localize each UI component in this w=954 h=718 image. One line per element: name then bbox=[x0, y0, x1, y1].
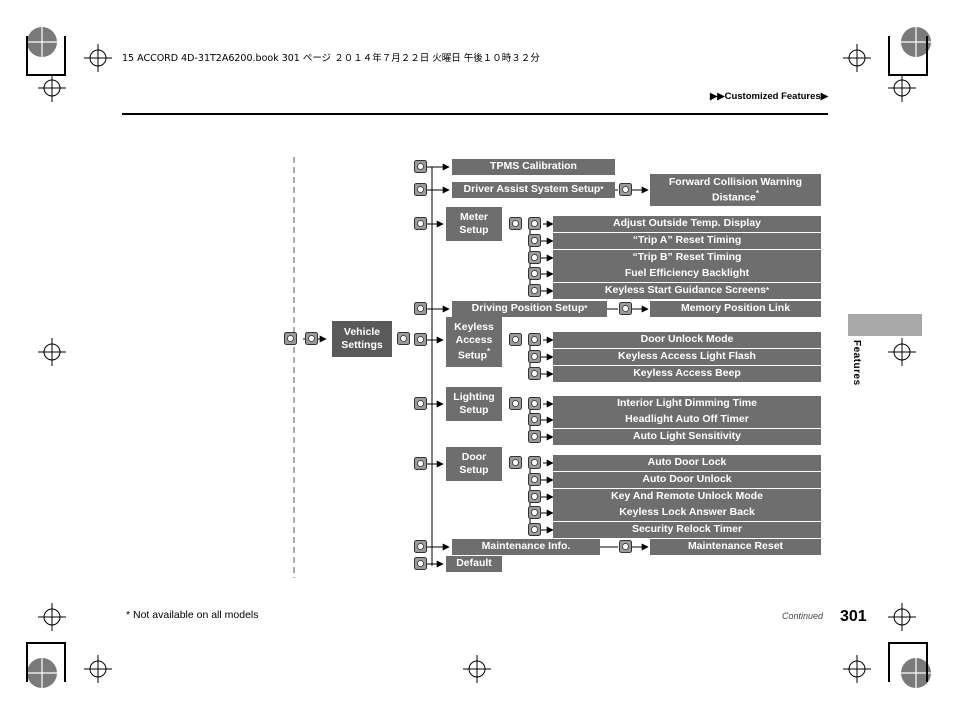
node-maintenance-reset[interactable]: Maintenance Reset bbox=[650, 539, 821, 555]
node-vehicle-settings-line2: Settings bbox=[341, 339, 383, 351]
footnote-text: * Not available on all models bbox=[126, 609, 259, 621]
selector-knob-icon bbox=[528, 251, 541, 264]
node-vehicle-settings-line1: Vehicle bbox=[343, 325, 381, 338]
node-door-unlock-mode[interactable]: Door Unlock Mode bbox=[553, 332, 821, 348]
node-fuel-efficiency-backlight[interactable]: Fuel Efficiency Backlight bbox=[553, 266, 821, 282]
node-trip-a-reset-timing[interactable]: “Trip A” Reset Timing bbox=[553, 233, 821, 249]
node-meter-setup-line2: Setup bbox=[459, 224, 489, 236]
selector-knob-icon bbox=[528, 267, 541, 280]
node-keyless-access-light-flash[interactable]: Keyless Access Light Flash bbox=[553, 349, 821, 365]
node-meter-setup-line1: Meter bbox=[459, 210, 488, 223]
selector-knob-icon bbox=[528, 333, 541, 346]
selector-knob-icon bbox=[528, 234, 541, 247]
node-driver-assist-label: Driver Assist System Setup bbox=[463, 183, 601, 196]
selector-knob-icon bbox=[528, 456, 541, 469]
node-headlight-auto-off-timer[interactable]: Headlight Auto Off Timer bbox=[553, 412, 821, 428]
selector-knob-icon bbox=[284, 332, 297, 345]
selector-knob-icon bbox=[528, 523, 541, 536]
manual-page: 15 ACCORD 4D-31T2A6200.book 301 ページ ２０１４… bbox=[0, 0, 954, 718]
node-driving-position-setup[interactable]: Driving Position Setup * bbox=[452, 301, 607, 317]
node-door-setup[interactable]: Door Setup bbox=[446, 447, 502, 481]
node-keyless-start-guidance-label: Keyless Start Guidance Screens bbox=[604, 284, 766, 297]
selector-knob-icon bbox=[528, 397, 541, 410]
selector-knob-icon bbox=[414, 333, 427, 346]
node-lighting-setup[interactable]: Lighting Setup bbox=[446, 387, 502, 421]
selector-knob-icon bbox=[414, 540, 427, 553]
footnote-star: * bbox=[487, 347, 491, 357]
selector-knob-icon bbox=[509, 333, 522, 346]
node-adjust-outside-temp-display[interactable]: Adjust Outside Temp. Display bbox=[553, 216, 821, 232]
selector-knob-icon bbox=[619, 183, 632, 196]
selector-knob-icon bbox=[414, 217, 427, 230]
selector-knob-icon bbox=[509, 397, 522, 410]
selector-knob-icon bbox=[414, 397, 427, 410]
selector-knob-icon bbox=[528, 430, 541, 443]
selector-knob-icon bbox=[528, 473, 541, 486]
selector-knob-icon bbox=[397, 332, 410, 345]
node-door-setup-line1: Door bbox=[461, 450, 487, 463]
node-maintenance-info[interactable]: Maintenance Info. bbox=[452, 539, 600, 555]
selector-knob-icon bbox=[414, 457, 427, 470]
selector-knob-icon bbox=[414, 302, 427, 315]
selector-knob-icon bbox=[528, 506, 541, 519]
node-fcw-line2: Distance* bbox=[712, 188, 759, 204]
node-interior-light-dimming-time[interactable]: Interior Light Dimming Time bbox=[553, 396, 821, 412]
selector-knob-icon bbox=[528, 350, 541, 363]
node-auto-door-unlock[interactable]: Auto Door Unlock bbox=[553, 472, 821, 488]
node-lighting-setup-line1: Lighting bbox=[453, 390, 495, 403]
node-lighting-setup-line2: Setup bbox=[459, 404, 489, 416]
selector-knob-icon bbox=[528, 490, 541, 503]
node-tpms-calibration[interactable]: TPMS Calibration bbox=[452, 159, 615, 175]
footnote-star: * bbox=[584, 304, 588, 313]
page-number: 301 bbox=[840, 608, 867, 625]
selector-knob-icon bbox=[528, 284, 541, 297]
continued-label: Continued bbox=[782, 611, 824, 621]
enter-button-icon bbox=[305, 332, 318, 345]
node-vehicle-settings[interactable]: Vehicle Settings bbox=[332, 321, 392, 357]
selector-knob-icon bbox=[509, 456, 522, 469]
node-trip-b-reset-timing[interactable]: “Trip B” Reset Timing bbox=[553, 250, 821, 266]
node-forward-collision-warning-distance[interactable]: Forward Collision Warning Distance* bbox=[650, 174, 821, 206]
selector-knob-icon bbox=[414, 557, 427, 570]
node-auto-light-sensitivity[interactable]: Auto Light Sensitivity bbox=[553, 429, 821, 445]
node-keyless-access-line2: Access bbox=[455, 334, 493, 347]
node-door-setup-line2: Setup bbox=[459, 464, 489, 476]
node-fcw-line1: Forward Collision Warning bbox=[668, 175, 803, 188]
selector-knob-icon bbox=[619, 302, 632, 315]
selector-knob-icon bbox=[414, 160, 427, 173]
node-meter-setup[interactable]: Meter Setup bbox=[446, 207, 502, 241]
selector-knob-icon bbox=[619, 540, 632, 553]
node-keyless-access-setup[interactable]: Keyless Access Setup* bbox=[446, 317, 502, 367]
node-auto-door-lock[interactable]: Auto Door Lock bbox=[553, 455, 821, 471]
node-keyless-lock-answer-back[interactable]: Keyless Lock Answer Back bbox=[553, 505, 821, 521]
footnote-star: * bbox=[765, 286, 770, 295]
footnote-star: * bbox=[600, 185, 604, 194]
selector-knob-icon bbox=[528, 217, 541, 230]
selector-knob-icon bbox=[528, 367, 541, 380]
node-key-and-remote-unlock-mode[interactable]: Key And Remote Unlock Mode bbox=[553, 489, 821, 505]
node-keyless-access-beep[interactable]: Keyless Access Beep bbox=[553, 366, 821, 382]
selector-knob-icon bbox=[528, 413, 541, 426]
node-driver-assist-system-setup[interactable]: Driver Assist System Setup * bbox=[452, 182, 615, 198]
node-memory-position-link[interactable]: Memory Position Link bbox=[650, 301, 821, 317]
node-driving-position-label: Driving Position Setup bbox=[471, 302, 585, 315]
selector-knob-icon bbox=[509, 217, 522, 230]
node-security-relock-timer[interactable]: Security Relock Timer bbox=[553, 522, 821, 538]
node-keyless-access-line3: Setup* bbox=[457, 347, 491, 362]
node-keyless-access-line1: Keyless bbox=[454, 321, 494, 334]
footnote-star: * bbox=[755, 188, 759, 198]
node-default[interactable]: Default bbox=[446, 556, 502, 572]
selector-knob-icon bbox=[414, 183, 427, 196]
node-keyless-start-guidance-screens[interactable]: Keyless Start Guidance Screens * bbox=[553, 283, 821, 299]
